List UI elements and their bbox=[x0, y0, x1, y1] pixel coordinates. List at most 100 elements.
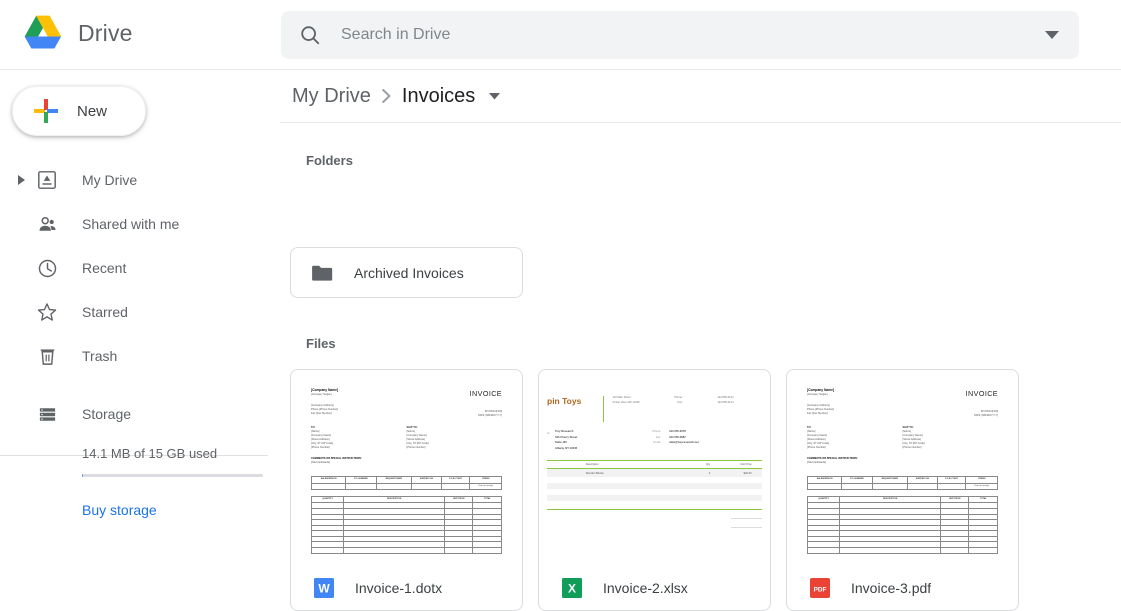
sidebar: New My Drive Shared with me Recent Starr… bbox=[0, 70, 280, 610]
file-thumbnail-pdf: [Company Name] [Company Slogan] INVOICE … bbox=[795, 378, 1010, 565]
file-thumbnail-word: [Company Name] [Company Slogan] INVOICE … bbox=[299, 378, 514, 565]
svg-text:X: X bbox=[568, 582, 576, 596]
file-footer: PDF Invoice-3.pdf bbox=[787, 565, 1018, 610]
pdf-icon: PDF bbox=[810, 578, 830, 598]
sidebar-item-trash[interactable]: Trash bbox=[0, 334, 280, 378]
breadcrumb-my-drive[interactable]: My Drive bbox=[292, 85, 371, 108]
folder-icon bbox=[312, 265, 333, 281]
xls-bill-label-1: Ship to: bbox=[547, 432, 551, 435]
xls-cval-1: 123-555-0124 bbox=[717, 400, 734, 404]
xls-billto-3: Albany, NY 12345 bbox=[555, 447, 578, 451]
file-name-invoice-3: Invoice-3.pdf bbox=[851, 580, 932, 596]
files-heading: Files bbox=[306, 336, 336, 351]
files-grid: [Company Name] [Company Slogan] INVOICE … bbox=[290, 369, 1019, 611]
xls-qty: 4 bbox=[675, 468, 715, 477]
file-name-invoice-2: Invoice-2.xlsx bbox=[603, 580, 688, 596]
search-icon bbox=[301, 26, 320, 45]
thumb3-comments-label: COMMENTS OR SPECIAL INSTRUCTIONS: bbox=[807, 456, 858, 460]
xls-logo-text: pin Toys bbox=[547, 396, 582, 406]
xls-accent-rule bbox=[603, 396, 605, 422]
thumb3-meta-1: DATE: [MM/DD/YYYY] bbox=[974, 413, 998, 417]
people-icon bbox=[34, 211, 60, 237]
sidebar-label-trash: Trash bbox=[82, 348, 118, 364]
svg-text:W: W bbox=[318, 582, 330, 596]
clock-icon bbox=[34, 255, 60, 281]
google-drive-logo bbox=[24, 15, 62, 49]
storage-section: Storage 14.1 MB of 15 GB used Buy storag… bbox=[0, 392, 280, 520]
thumb3-address-2: Fax [Fax Number] bbox=[807, 412, 828, 416]
thumb-address-2: Fax [Fax Number] bbox=[311, 412, 332, 416]
sidebar-item-my-drive[interactable]: My Drive bbox=[0, 158, 280, 202]
xls-h3: Unit Price bbox=[714, 459, 756, 470]
new-button[interactable]: New bbox=[12, 86, 146, 136]
search-input[interactable] bbox=[339, 25, 1033, 45]
search-bar[interactable] bbox=[281, 11, 1079, 59]
sidebar-item-recent[interactable]: Recent bbox=[0, 246, 280, 290]
storage-usage-text: 14.1 MB of 15 GB used bbox=[82, 446, 218, 461]
folder-card-archived-invoices[interactable]: Archived Invoices bbox=[290, 247, 523, 298]
main-content: My Drive Invoices Folders Archived Invoi… bbox=[280, 70, 1121, 611]
chevron-down-icon bbox=[1045, 30, 1059, 39]
thumb-comments-label: COMMENTS OR SPECIAL INSTRUCTIONS: bbox=[311, 456, 362, 460]
top-bar: Drive bbox=[0, 0, 1121, 70]
sidebar-label-recent: Recent bbox=[82, 260, 127, 276]
xls-midlabel-2: Email: bbox=[653, 441, 661, 445]
xls-total-1: Tax Rate bbox=[731, 522, 762, 528]
xls-h4: Discount bbox=[755, 459, 762, 470]
xls-total-0: Invoice Subtotal bbox=[731, 513, 762, 519]
svg-text:PDF: PDF bbox=[814, 586, 827, 593]
thumb-meta-1: DATE: [MM/DD/YYYY] bbox=[478, 413, 502, 417]
thumb-party-4: [Phone Number] bbox=[311, 445, 330, 449]
my-drive-icon bbox=[34, 167, 60, 193]
xls-addr-1: Ocean View, MD 12345 bbox=[612, 400, 640, 404]
xls-items-table: Item # Description Qty Unit Price Discou… bbox=[547, 459, 762, 507]
file-card-invoice-1[interactable]: [Company Name] [Company Slogan] INVOICE … bbox=[290, 369, 523, 611]
sidebar-label-shared-with-me: Shared with me bbox=[82, 216, 180, 232]
thumb-slogan: [Company Slogan] bbox=[311, 393, 332, 397]
file-footer: X Invoice-2.xlsx bbox=[539, 565, 770, 610]
thumb-comments-value: [Your comments] bbox=[311, 460, 330, 464]
thumb3-ship-4: [Phone Number] bbox=[902, 445, 922, 449]
breadcrumb-current[interactable]: Invoices bbox=[402, 85, 475, 108]
t1-terms: Due on receipt bbox=[469, 482, 502, 491]
chevron-right-icon bbox=[382, 89, 391, 103]
folder-name: Archived Invoices bbox=[354, 264, 464, 281]
file-card-invoice-3[interactable]: [Company Name] [Company Slogan] INVOICE … bbox=[786, 369, 1019, 611]
expand-triangle-icon[interactable] bbox=[8, 175, 34, 185]
search-options-button[interactable] bbox=[1033, 11, 1071, 59]
storage-label: Storage bbox=[82, 406, 132, 422]
sidebar-label-my-drive: My Drive bbox=[82, 172, 138, 188]
caret-down-icon[interactable] bbox=[489, 92, 501, 100]
buy-storage-link[interactable]: Buy storage bbox=[82, 502, 157, 518]
xls-h2: Qty bbox=[675, 459, 715, 470]
sidebar-item-shared-with-me[interactable]: Shared with me bbox=[0, 202, 280, 246]
xls-item: TB9837 bbox=[547, 468, 582, 477]
file-thumbnail-excel: pin Toys 123 Main Street Ocean View, MD … bbox=[547, 378, 762, 565]
plus-icon bbox=[34, 99, 58, 123]
thumb3-title: INVOICE bbox=[965, 389, 998, 398]
storage-progress-bar bbox=[82, 474, 263, 477]
new-button-label: New bbox=[77, 102, 108, 120]
xls-rlabel-2: Contact: bbox=[739, 440, 762, 446]
xls-desc: Wooden Blocks bbox=[581, 468, 676, 477]
star-icon bbox=[34, 299, 60, 325]
thumb-title: INVOICE bbox=[469, 389, 502, 398]
thumb3-party-4: [Phone Number] bbox=[807, 445, 826, 449]
thumb-table-2: QUANTITY DESCRIPTION UNIT PRICE TOTAL bbox=[310, 496, 502, 554]
storage-icon bbox=[34, 401, 60, 427]
file-card-invoice-2[interactable]: pin Toys 123 Main Street Ocean View, MD … bbox=[538, 369, 771, 611]
sidebar-item-starred[interactable]: Starred bbox=[0, 290, 280, 334]
sidebar-nav: My Drive Shared with me Recent Starred T… bbox=[0, 158, 280, 456]
brand-title: Drive bbox=[78, 19, 133, 46]
thumb-table-1: SALESPERSON P.O. NUMBER REQUISITIONER SH… bbox=[310, 476, 502, 491]
thumb3-comments-value: [Your comments] bbox=[807, 460, 826, 464]
xls-h0: Item # bbox=[547, 459, 582, 470]
storage-row[interactable]: Storage bbox=[0, 392, 280, 436]
word-icon: W bbox=[314, 578, 334, 598]
thumb3-table-2: QUANTITY DESCRIPTION UNIT PRICE TOTAL bbox=[806, 496, 998, 554]
folders-heading: Folders bbox=[306, 153, 353, 168]
breadcrumb: My Drive Invoices bbox=[280, 70, 1121, 123]
file-name-invoice-1: Invoice-1.dotx bbox=[355, 580, 443, 596]
brand[interactable]: Drive bbox=[22, 14, 133, 52]
xls-clabel-1: Fax: bbox=[677, 400, 683, 404]
